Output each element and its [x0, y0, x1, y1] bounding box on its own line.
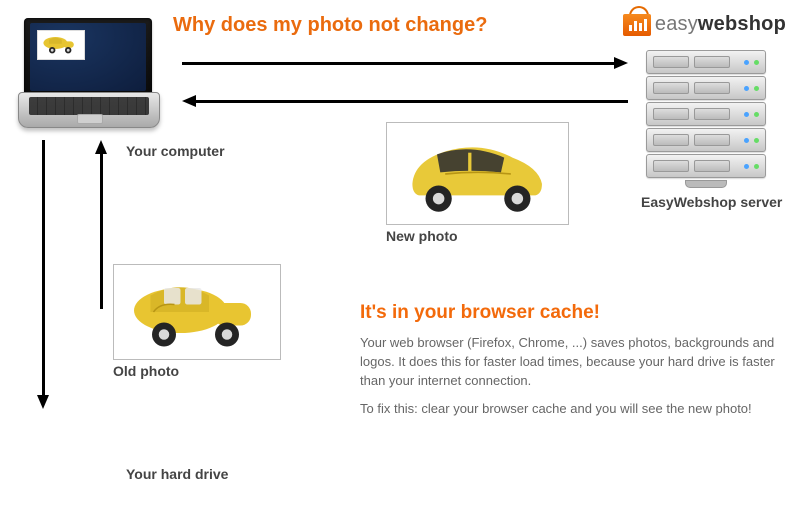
arrow-from-disk-head [95, 140, 107, 154]
explain-paragraph-1: Your web browser (Firefox, Chrome, ...) … [360, 334, 780, 391]
server-icon [646, 50, 766, 188]
arrow-request-head [614, 57, 628, 69]
old-car-icon [41, 34, 81, 56]
caption-hard-drive: Your hard drive [126, 466, 228, 482]
caption-old-photo: Old photo [113, 363, 179, 379]
caption-new-photo: New photo [386, 228, 458, 244]
brand-text: easywebshop [655, 13, 786, 36]
explain-paragraph-2: To fix this: clear your browser cache an… [360, 400, 780, 419]
new-car-icon [396, 132, 560, 216]
explain-heading: It's in your browser cache! [360, 302, 600, 324]
old-photo-frame [113, 264, 281, 360]
old-car-icon [122, 272, 272, 352]
shopping-bag-icon [623, 6, 651, 36]
brand-logo: easywebshop [623, 6, 786, 36]
arrow-request [182, 62, 614, 65]
caption-computer: Your computer [126, 143, 225, 159]
laptop-thumbnail [38, 31, 84, 59]
arrow-from-disk [100, 154, 103, 309]
page-title: Why does my photo not change? [173, 14, 487, 37]
new-photo-frame [386, 122, 569, 225]
arrow-to-disk [42, 140, 45, 395]
caption-server: EasyWebshop server [641, 194, 782, 210]
arrow-response [196, 100, 628, 103]
arrow-to-disk-head [37, 395, 49, 409]
arrow-response-head [182, 95, 196, 107]
laptop-icon [18, 18, 158, 128]
